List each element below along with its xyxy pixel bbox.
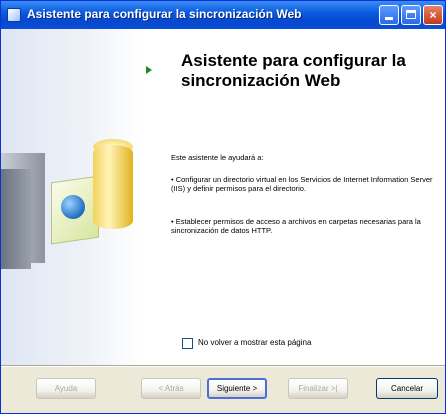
dont-show-again-checkbox[interactable] bbox=[182, 338, 193, 349]
footer-divider bbox=[1, 365, 445, 367]
maximize-button[interactable] bbox=[401, 5, 421, 25]
wizard-content: Asistente para configurar la sincronizac… bbox=[1, 29, 445, 365]
maximize-icon bbox=[406, 10, 416, 19]
wizard-icon bbox=[7, 8, 21, 22]
server-shadow bbox=[1, 169, 31, 269]
next-button[interactable]: Siguiente > bbox=[207, 378, 267, 399]
globe-icon bbox=[61, 195, 85, 219]
window-title: Asistente para configurar la sincronizac… bbox=[27, 7, 302, 21]
close-button[interactable]: × bbox=[423, 5, 443, 25]
minimize-icon bbox=[385, 17, 393, 20]
step-arrow-icon bbox=[146, 66, 152, 74]
finish-button[interactable]: Finalizar >| bbox=[288, 378, 348, 399]
wizard-illustration bbox=[1, 29, 141, 365]
database-icon bbox=[93, 145, 133, 229]
bullet-item: • Establecer permisos de acceso a archiv… bbox=[171, 217, 421, 235]
wizard-window: Asistente para configurar la sincronizac… bbox=[0, 0, 446, 414]
close-icon: × bbox=[429, 8, 437, 22]
back-button[interactable]: < Atrás bbox=[141, 378, 201, 399]
dont-show-again-label[interactable]: No volver a mostrar esta página bbox=[198, 338, 311, 347]
title-bar[interactable]: Asistente para configurar la sincronizac… bbox=[1, 1, 445, 29]
bullet-item: • Configurar un directorio virtual en lo… bbox=[171, 175, 433, 193]
help-button[interactable]: Ayuda bbox=[36, 378, 96, 399]
minimize-button[interactable] bbox=[379, 5, 399, 25]
page-title: Asistente para configurar la sincronizac… bbox=[181, 51, 406, 90]
cancel-button[interactable]: Cancelar bbox=[376, 378, 438, 399]
intro-text: Este asistente le ayudará a: bbox=[171, 153, 264, 162]
